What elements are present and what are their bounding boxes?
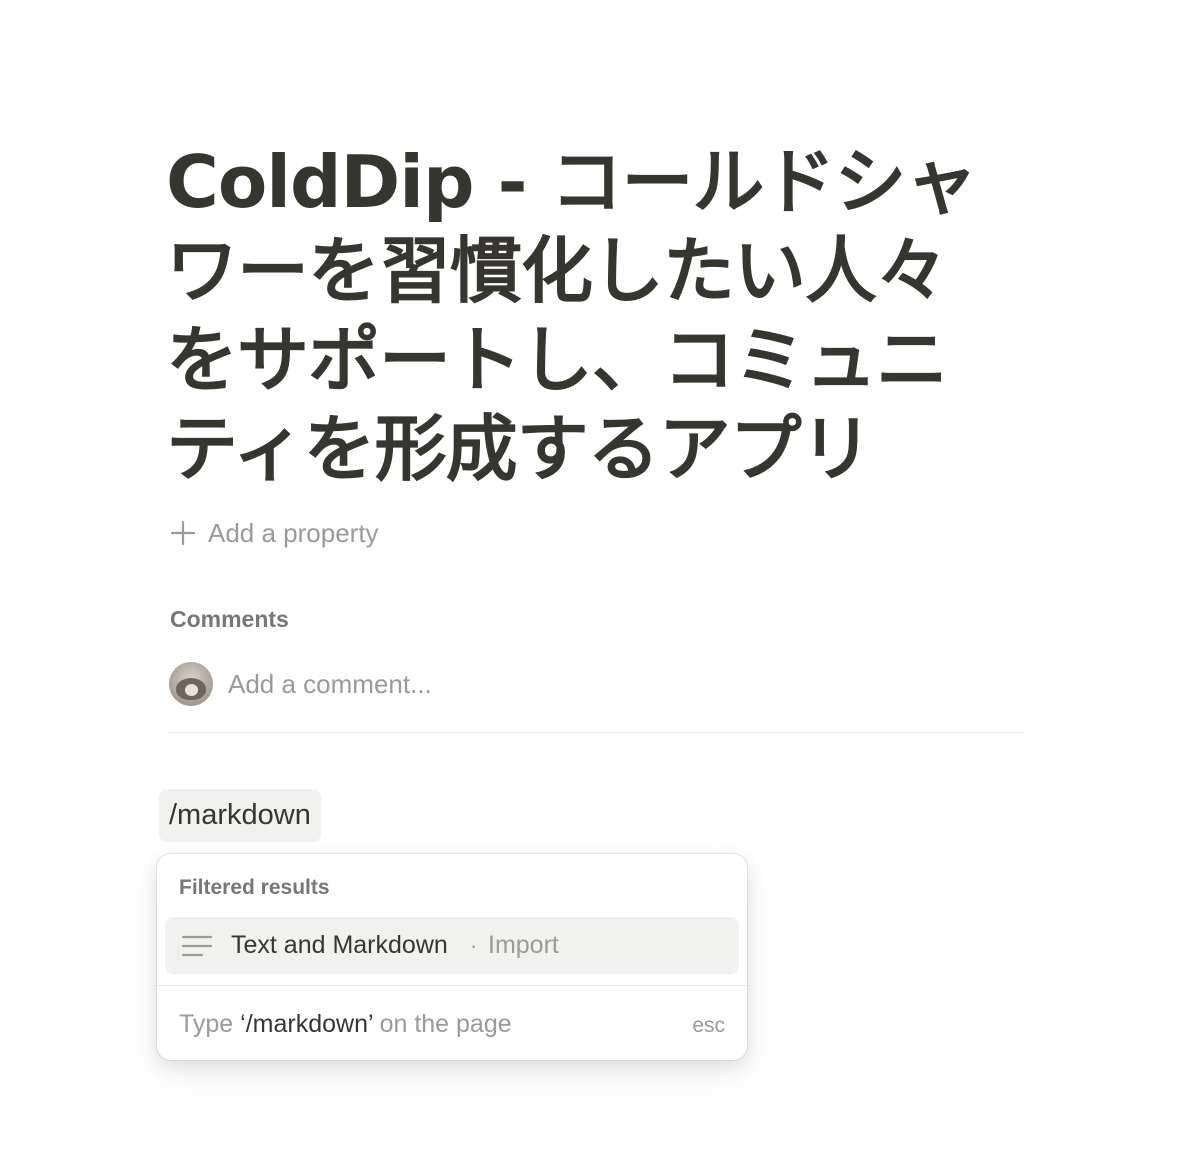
menu-divider	[157, 985, 747, 986]
add-property-label: Add a property	[208, 517, 379, 548]
avatar-face-shape	[185, 684, 198, 696]
menu-item-text-and-markdown[interactable]: Text and Markdown · Import	[165, 917, 739, 974]
menu-heading: Filtered results	[179, 876, 330, 899]
user-avatar	[169, 662, 213, 706]
menu-item-type: Import	[488, 931, 559, 959]
menu-footer-hint[interactable]: Type ‘/markdown’ on the page	[179, 1010, 512, 1039]
comments-heading: Comments	[170, 606, 289, 632]
footer-query: /markdown	[245, 1010, 368, 1038]
footer-suffix: on the page	[372, 1010, 512, 1038]
comment-composer	[169, 660, 1025, 708]
plus-icon	[170, 520, 196, 546]
slash-command-menu: Filtered results Text and Markdown · Imp…	[157, 854, 747, 1060]
page-title[interactable]: ColdDip - コールドシャワーを習慣化したい人々をサポートし、コミュニティ…	[166, 138, 996, 494]
add-property-button[interactable]: Add a property	[170, 513, 379, 553]
slash-command-text[interactable]: /markdown	[159, 789, 321, 842]
menu-item-label: Text and Markdown	[231, 931, 448, 959]
comment-input[interactable]	[228, 668, 828, 700]
text-lines-icon	[182, 935, 212, 957]
footer-prefix: Type	[179, 1010, 241, 1038]
comments-divider	[169, 732, 1025, 733]
esc-hint: esc	[692, 1014, 725, 1037]
menu-item-separator: ·	[470, 932, 478, 958]
